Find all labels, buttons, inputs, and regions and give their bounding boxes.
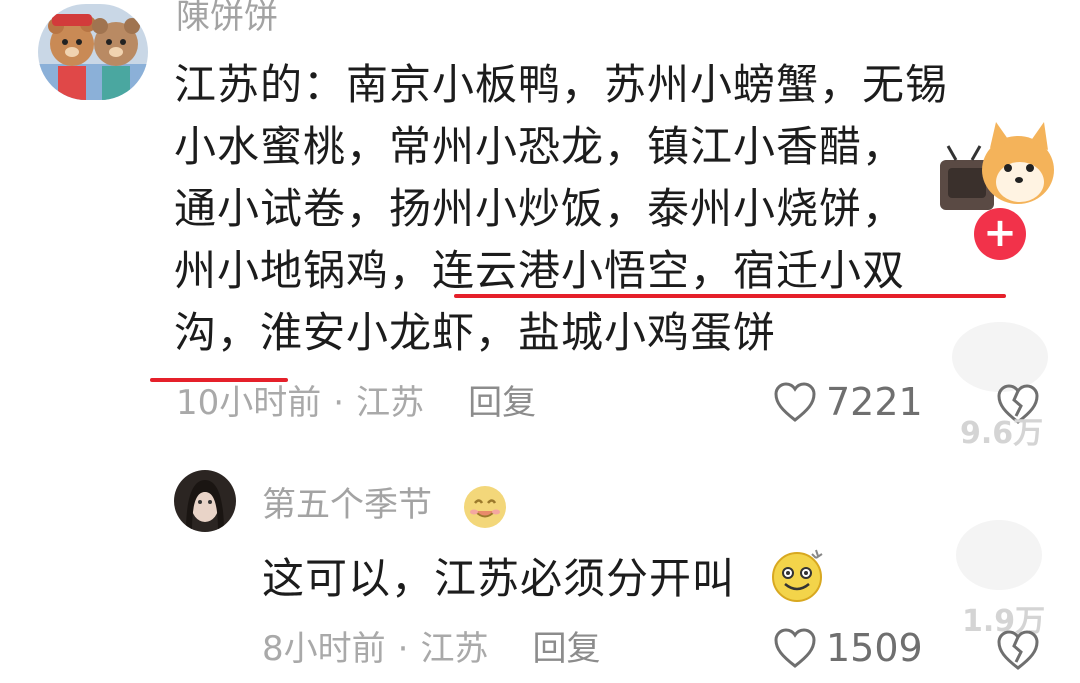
comment1-location: 江苏 [356,383,425,423]
comment1-side-count: 9.6万 [960,416,1044,451]
faded-bubble-2 [956,520,1042,590]
shiba-sticker-icon [938,112,1058,222]
comment1-meta: 10小时前 · 江苏 回复 [176,386,536,420]
comment1-line-1: 江苏的：南京小板鸭，苏州小螃蟹，无锡 [174,60,949,109]
avatar-comment2[interactable] [174,470,236,532]
comment1-like-count: 7221 [826,380,923,424]
heart-outline-icon [774,382,816,422]
meta-dot: · [333,383,345,423]
highlight-underline-1 [454,294,1006,298]
comment1-time: 10小时前 [176,383,322,423]
comment2-username[interactable]: 第五个季节 [262,488,432,522]
comment2-like-button[interactable]: 1509 [772,626,923,670]
smile-emoji-icon [462,484,508,530]
dizzy-smile-emoji-icon [770,546,828,604]
comment2-time: 8小时前 [262,629,386,669]
meta-dot: · [397,629,409,669]
comment1-like-button[interactable]: 7221 [772,380,923,424]
comment2-text: 这可以，江苏必须分开叫 [262,554,736,603]
avatar-comment1[interactable] [38,4,148,100]
bear-avatar-icon [38,4,148,100]
comment1-line-2: 小水蜜桃，常州小恐龙，镇江小香醋， [174,122,906,171]
person-avatar-icon [174,470,236,532]
comment2-broken-heart-icon[interactable] [994,628,1042,676]
comment2-reply-button[interactable]: 回复 [532,629,600,669]
follow-plus-button[interactable]: + [974,208,1026,260]
comment1-line-4: 州小地锅鸡，连云港小悟空，宿迁小双 [174,246,906,295]
comment2-meta: 8小时前 · 江苏 回复 [262,632,600,666]
comment2-location: 江苏 [420,629,489,669]
comment1-text: 江苏的：南京小板鸭，苏州小螃蟹，无锡 小水蜜桃，常州小恐龙，镇江小香醋， 通小试… [174,54,948,364]
comment1-line-3: 通小试卷，扬州小炒饭，泰州小烧饼， [174,184,906,233]
comment1-username[interactable]: 陳饼饼 [176,0,278,34]
comment1-line-5: 沟，淮安小龙虾，盐城小鸡蛋饼 [174,308,777,357]
heart-outline-icon [774,628,816,668]
comment1-reply-button[interactable]: 回复 [468,383,536,423]
highlight-underline-2 [150,378,288,382]
comment2-like-count: 1509 [826,626,923,670]
